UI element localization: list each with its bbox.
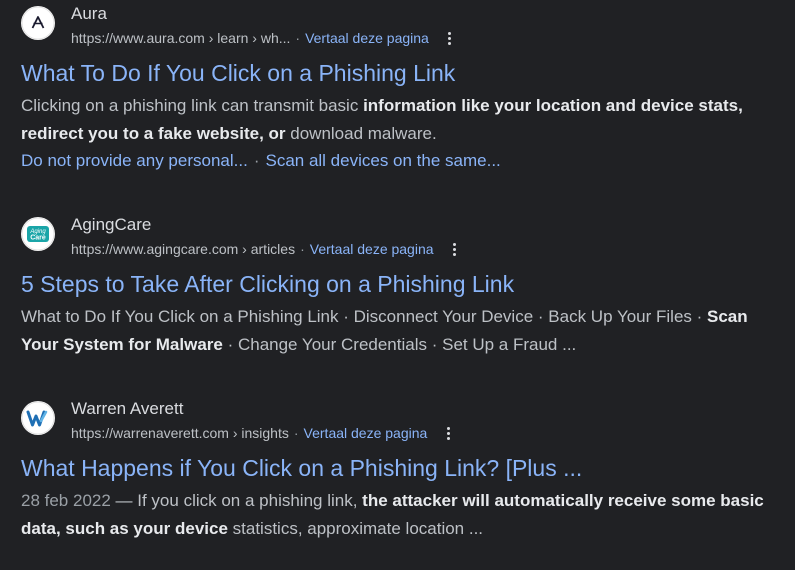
site-name[interactable]: AgingCare: [71, 215, 151, 235]
url-line: https://www.aura.com › learn › wh... · V…: [71, 28, 459, 48]
result-url[interactable]: https://www.agingcare.com › articles: [71, 240, 295, 258]
more-options-icon[interactable]: [446, 239, 464, 259]
result-title[interactable]: What To Do If You Click on a Phishing Li…: [21, 58, 785, 88]
sitelinks: Do not provide any personal... · Scan all …: [21, 148, 785, 174]
snippet-text: · Change Your Credentials · Set Up a Fra…: [222, 335, 577, 354]
more-options-icon[interactable]: [439, 423, 457, 443]
sitelink-personal[interactable]: Do not provide any personal...: [21, 151, 248, 170]
sitelink-separator: ·: [253, 151, 260, 170]
result-header: Aging Care AgingCare https://www.agingca…: [21, 211, 785, 257]
url-line: https://warrenaverett.com › insights · V…: [71, 423, 457, 443]
agingcare-logo-icon[interactable]: Aging Care: [21, 217, 55, 251]
snippet-date: 28 feb 2022: [21, 491, 111, 510]
result-snippet: What to Do If You Click on a Phishing Li…: [21, 303, 781, 359]
more-options-icon[interactable]: [441, 28, 459, 48]
url-separator: ·: [295, 30, 301, 46]
result-header: Aura https://www.aura.com › learn › wh..…: [21, 0, 785, 46]
snippet-text: download malware.: [285, 124, 437, 143]
result-snippet: 28 feb 2022 — If you click on a phishing…: [21, 487, 781, 543]
svg-text:Care: Care: [30, 235, 46, 242]
snippet-dash: —: [110, 491, 138, 510]
translate-page-link[interactable]: Vertaal deze pagina: [304, 424, 428, 442]
url-separator: ·: [300, 241, 305, 257]
result-url[interactable]: https://www.aura.com › learn › wh...: [71, 29, 290, 47]
result-url[interactable]: https://warrenaverett.com › insights: [71, 424, 289, 442]
translate-page-link[interactable]: Vertaal deze pagina: [305, 29, 429, 47]
result-snippet: Clicking on a phishing link can transmit…: [21, 92, 781, 148]
search-result-agingcare: Aging Care AgingCare https://www.agingca…: [21, 211, 785, 359]
sitelink-scan-devices[interactable]: Scan all devices on the same...: [265, 151, 500, 170]
snippet-text: Clicking on a phishing link can transmit…: [21, 96, 364, 115]
site-name[interactable]: Warren Averett: [71, 399, 183, 419]
url-separator: ·: [293, 425, 299, 441]
result-title[interactable]: 5 Steps to Take After Clicking on a Phis…: [21, 269, 785, 299]
site-name[interactable]: Aura: [71, 4, 107, 24]
translate-page-link[interactable]: Vertaal deze pagina: [310, 240, 434, 258]
snippet-text: What to Do If You Click on a Phishing Li…: [21, 307, 708, 326]
result-header: Warren Averett https://warrenaverett.com…: [21, 395, 785, 441]
warren-averett-logo-icon[interactable]: [21, 401, 55, 435]
aura-logo-icon[interactable]: [21, 6, 55, 40]
snippet-text: statistics, approximate location ...: [227, 519, 484, 538]
search-result-warren-averett: Warren Averett https://warrenaverett.com…: [21, 395, 785, 543]
search-result-aura: Aura https://www.aura.com › learn › wh..…: [21, 0, 785, 174]
snippet-text: If you click on a phishing link,: [137, 491, 363, 510]
result-title[interactable]: What Happens if You Click on a Phishing …: [21, 453, 785, 483]
url-line: https://www.agingcare.com › articles · V…: [71, 239, 464, 259]
